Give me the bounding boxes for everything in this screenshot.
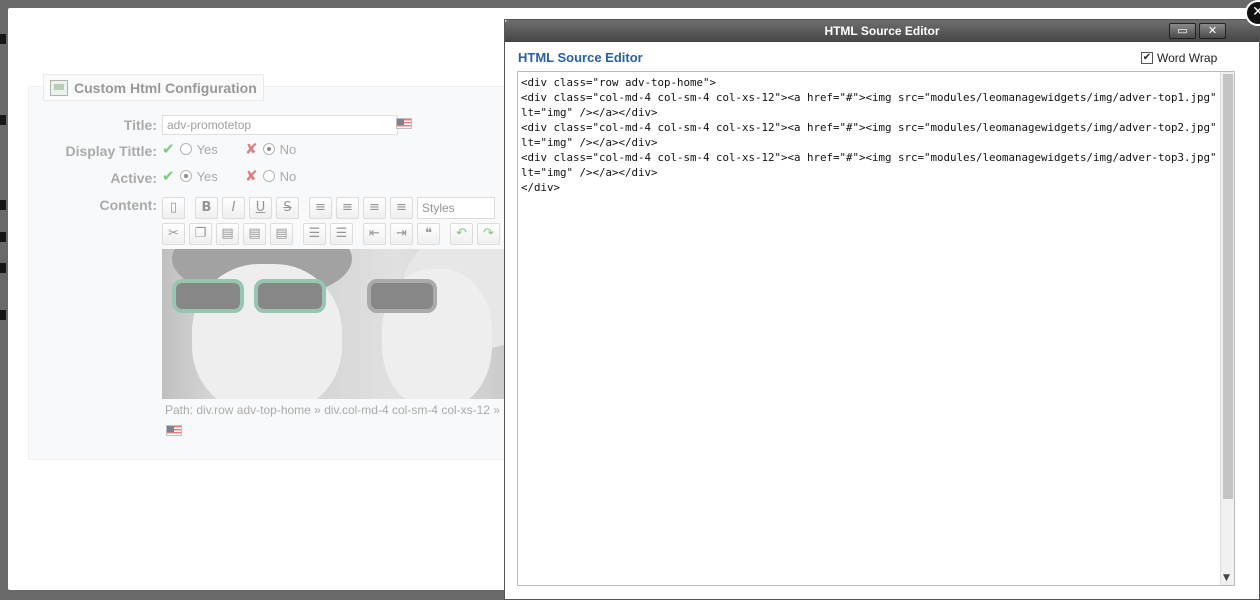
scrollbar-thumb[interactable]	[1223, 74, 1233, 499]
indent-icon[interactable]: ⇥	[390, 223, 413, 245]
display-title-no-option[interactable]: ✘ No	[245, 140, 296, 158]
maximize-button[interactable]: ▭	[1169, 23, 1196, 39]
config-legend-text: Custom Html Configuration	[74, 79, 257, 96]
cross-icon: ✘	[245, 140, 258, 158]
styles-select[interactable]: Styles	[417, 197, 495, 219]
no-label: No	[279, 141, 297, 157]
content-banner-image	[162, 249, 520, 399]
undo-icon[interactable]: ↶	[450, 223, 473, 245]
display-title-no-radio[interactable]	[262, 143, 275, 155]
html-source-textarea[interactable]: <div class="row adv-top-home"> <div clas…	[517, 71, 1235, 586]
display-title-label: Display Tittle:	[65, 143, 157, 159]
source-editor-window-title: HTML Source Editor	[824, 24, 940, 38]
word-wrap-label: Word Wrap	[1157, 51, 1218, 65]
active-no-option[interactable]: ✘ No	[245, 167, 296, 185]
presentation-icon	[50, 79, 68, 96]
word-wrap-option[interactable]: ✔ Word Wrap	[1141, 51, 1217, 65]
strikethrough-icon[interactable]: S	[276, 197, 299, 219]
outdent-icon[interactable]: ⇤	[363, 223, 386, 245]
config-legend: Custom Html Configuration	[43, 74, 264, 101]
active-label: Active:	[110, 170, 157, 186]
editor-toolbar-row-1: ▯ B I U S ≡ ≡ ≡ ≡ Styles	[162, 197, 495, 221]
active-yes-option[interactable]: ✔ Yes	[162, 167, 218, 185]
align-center-icon[interactable]: ≡	[336, 197, 359, 219]
scroll-down-icon[interactable]: ▼	[1223, 573, 1230, 583]
blockquote-icon[interactable]: ❝	[417, 223, 440, 245]
yes-label: Yes	[196, 168, 218, 184]
redo-icon[interactable]: ↷	[477, 223, 500, 245]
source-editor-titlebar[interactable]: HTML Source Editor ▭ ✕	[505, 20, 1259, 42]
bold-icon[interactable]: B	[195, 197, 218, 219]
no-label: No	[279, 168, 297, 184]
display-title-yes-radio[interactable]	[179, 143, 192, 155]
align-left-icon[interactable]: ≡	[309, 197, 332, 219]
close-window-button[interactable]: ✕	[1199, 23, 1226, 39]
paste-text-icon[interactable]: ▤	[243, 223, 266, 245]
active-yes-radio[interactable]	[179, 170, 192, 182]
cross-icon: ✘	[245, 167, 258, 185]
html-source-editor-window: HTML Source Editor ▭ ✕ HTML Source Edito…	[504, 19, 1260, 600]
align-justify-icon[interactable]: ≡	[390, 197, 413, 219]
new-document-icon[interactable]: ▯	[162, 197, 185, 219]
active-no-radio[interactable]	[262, 170, 275, 182]
check-icon: ✔	[162, 167, 175, 185]
code-scrollbar[interactable]: ▼	[1220, 72, 1234, 585]
editor-path: Path: div.row adv-top-home » div.col-md-…	[165, 403, 501, 417]
copy-icon[interactable]: ❐	[189, 223, 212, 245]
check-icon: ✔	[162, 140, 175, 158]
title-label: Title:	[123, 117, 157, 133]
custom-html-config-panel: Custom Html Configuration Title: Display…	[28, 74, 520, 460]
yes-label: Yes	[196, 141, 218, 157]
numbered-list-icon[interactable]: ☰	[330, 223, 353, 245]
language-flag-icon[interactable]	[396, 118, 412, 129]
source-editor-heading: HTML Source Editor	[518, 50, 643, 65]
bullet-list-icon[interactable]: ☰	[303, 223, 326, 245]
paste-icon[interactable]: ▤	[216, 223, 239, 245]
paste-word-icon[interactable]: ▤	[270, 223, 293, 245]
italic-icon[interactable]: I	[222, 197, 245, 219]
editor-toolbar-row-2: ✂ ❐ ▤ ▤ ▤ ☰ ☰ ⇤ ⇥ ❝ ↶ ↷	[162, 223, 500, 247]
content-label: Content:	[99, 197, 157, 213]
language-flag-icon[interactable]	[166, 425, 182, 436]
title-input[interactable]	[162, 115, 398, 135]
image-detail	[367, 279, 437, 313]
display-title-yes-option[interactable]: ✔ Yes	[162, 140, 218, 158]
align-right-icon[interactable]: ≡	[363, 197, 386, 219]
image-detail	[172, 279, 244, 313]
underline-icon[interactable]: U	[249, 197, 272, 219]
image-detail	[254, 279, 326, 313]
word-wrap-checkbox[interactable]: ✔	[1141, 52, 1153, 64]
cut-icon[interactable]: ✂	[162, 223, 185, 245]
